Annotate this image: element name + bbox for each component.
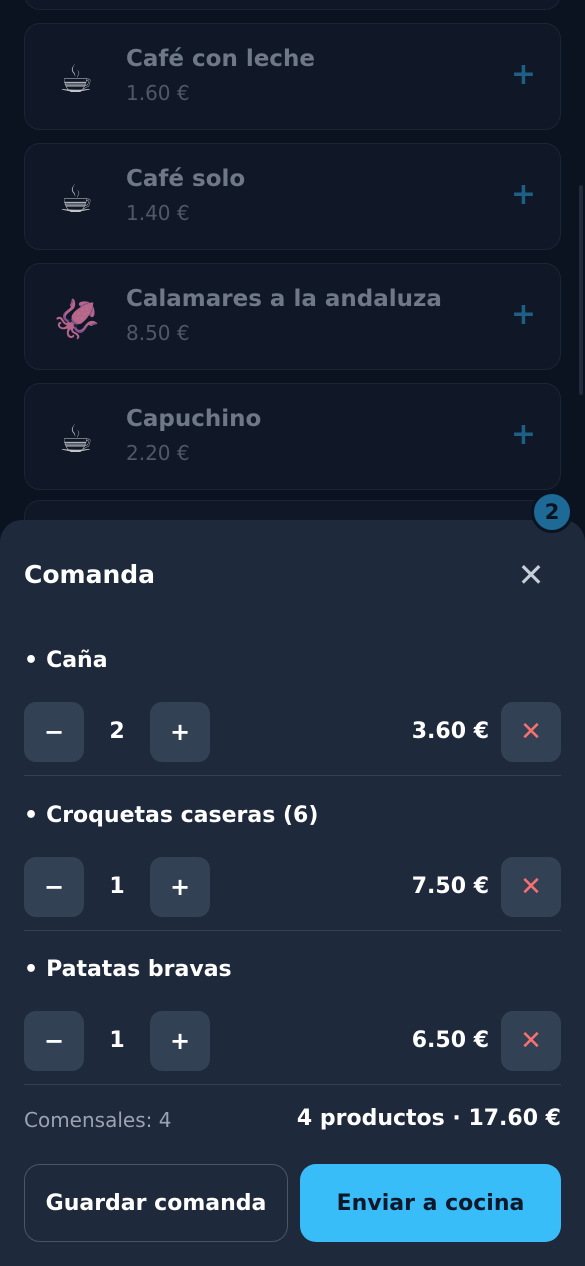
divider	[24, 930, 561, 931]
increase-button[interactable]: +	[150, 1011, 210, 1071]
coffee-icon: ☕	[58, 57, 94, 101]
add-icon[interactable]: +	[511, 420, 536, 450]
order-item-label: Patatas bravas	[46, 957, 232, 982]
menu-item-price: 2.20 €	[126, 441, 190, 465]
order-sheet: Comanda ✕ • Caña − 2 + 3.60 € ✕ • Croqueta…	[0, 520, 585, 1266]
add-icon[interactable]: +	[511, 60, 536, 90]
send-to-kitchen-button[interactable]: Enviar a cocina	[300, 1164, 561, 1242]
order-item-name: • Croquetas caseras (6)	[24, 803, 318, 828]
menu-item-cafe-con-leche[interactable]: ☕ Café con leche 1.60 € +	[24, 23, 561, 130]
menu-item-price: 1.60 €	[126, 81, 190, 105]
order-summary: 4 productos · 17.60 €	[296, 1106, 561, 1131]
menu-item-capuchino[interactable]: ☕ Capuchino 2.20 € +	[24, 383, 561, 490]
menu-item-cafe-solo[interactable]: ☕ Café solo 1.40 € +	[24, 143, 561, 250]
menu-list: ☕ Café con leche 1.60 € + ☕ Café solo 1.…	[0, 0, 585, 607]
order-item: • Caña − 2 + 3.60 € ✕	[24, 648, 561, 803]
add-icon[interactable]: +	[511, 180, 536, 210]
menu-item-name: Café con leche	[126, 46, 315, 72]
decrease-button[interactable]: −	[24, 857, 84, 917]
bullet: •	[24, 957, 39, 982]
coffee-icon: ☕	[58, 177, 94, 221]
increase-button[interactable]: +	[150, 702, 210, 762]
menu-item-calamares[interactable]: 🦑 Calamares a la andaluza 8.50 € +	[24, 263, 561, 370]
remove-item-button[interactable]: ✕	[501, 1011, 561, 1071]
cart-count-badge[interactable]: 2	[531, 491, 573, 533]
decrease-button[interactable]: −	[24, 1011, 84, 1071]
menu-item-name: Calamares a la andaluza	[126, 286, 442, 312]
order-item-name: • Caña	[24, 648, 108, 673]
divider	[24, 1084, 561, 1085]
order-item-label: Croquetas caseras (6)	[46, 803, 319, 828]
menu-item-name: Café solo	[126, 166, 246, 192]
coffee-icon: ☕	[58, 417, 94, 461]
close-icon[interactable]: ✕	[512, 556, 550, 594]
order-item: • Patatas bravas − 1 + 6.50 € ✕	[24, 957, 561, 1112]
remove-item-button[interactable]: ✕	[501, 857, 561, 917]
save-order-button[interactable]: Guardar comanda	[24, 1164, 288, 1242]
line-price: 3.60 €	[411, 719, 489, 744]
line-price: 6.50 €	[411, 1028, 489, 1053]
menu-item-name: Capuchino	[126, 406, 262, 432]
quantity-value: 1	[109, 874, 125, 899]
bullet: •	[24, 803, 39, 828]
sheet-title: Comanda	[24, 560, 156, 589]
menu-item-price: 8.50 €	[126, 321, 190, 345]
divider	[24, 775, 561, 776]
order-item-name: • Patatas bravas	[24, 957, 232, 982]
bullet: •	[24, 648, 39, 673]
order-item: • Croquetas caseras (6) − 1 + 7.50 € ✕	[24, 803, 561, 958]
quantity-value: 2	[109, 719, 125, 744]
add-icon[interactable]: +	[511, 300, 536, 330]
menu-card-partial[interactable]	[24, 0, 561, 10]
squid-icon: 🦑	[53, 297, 101, 341]
increase-button[interactable]: +	[150, 857, 210, 917]
decrease-button[interactable]: −	[24, 702, 84, 762]
line-price: 7.50 €	[411, 874, 489, 899]
remove-item-button[interactable]: ✕	[501, 702, 561, 762]
scrollbar[interactable]	[579, 185, 583, 395]
quantity-value: 1	[109, 1028, 125, 1053]
order-item-label: Caña	[46, 648, 108, 673]
menu-item-price: 1.40 €	[126, 201, 190, 225]
diners-count: Comensales: 4	[24, 1108, 172, 1132]
